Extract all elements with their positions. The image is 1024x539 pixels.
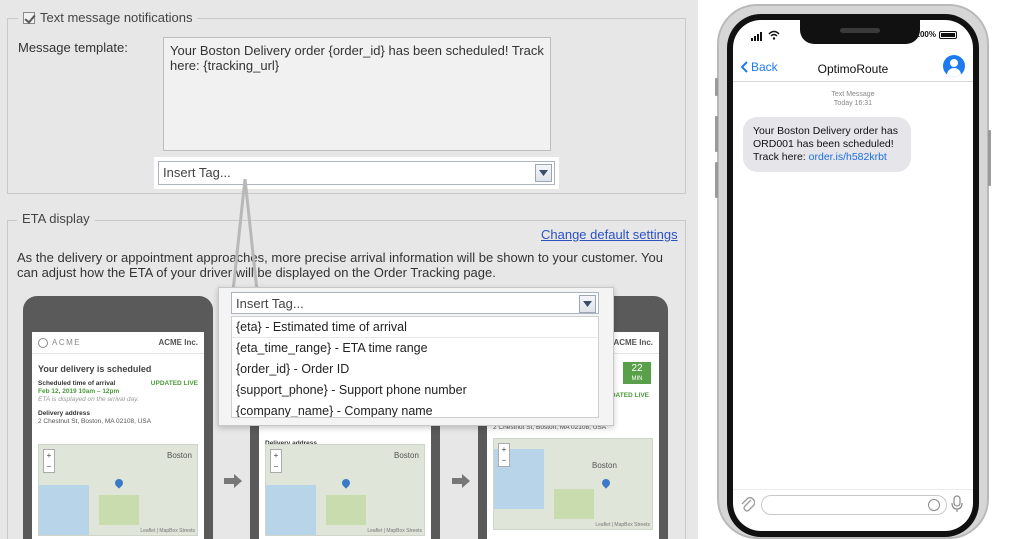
address-value: 2 Chestnut St, Boston, MA 02108, USA bbox=[38, 418, 152, 425]
message-time: Today 16:31 bbox=[833, 100, 873, 107]
eta-minutes-value: 22 bbox=[631, 363, 643, 374]
change-default-settings-link[interactable]: Change default settings bbox=[541, 227, 678, 242]
map-pin-icon bbox=[600, 477, 612, 489]
tag-option-support-phone[interactable]: {support_phone} - Support phone number bbox=[232, 380, 598, 401]
tag-option-order-id[interactable]: {order_id} - Order ID bbox=[232, 359, 598, 380]
delivery-map[interactable]: + − Boston Leaflet | MapBox Streets bbox=[38, 444, 198, 536]
preview-phone-scheduled: ACME ACME Inc. Your delivery is schedule… bbox=[23, 296, 213, 539]
sms-enabled-checkbox[interactable] bbox=[23, 11, 35, 24]
sms-message-bubble: Your Boston Delivery order has ORD001 ha… bbox=[743, 117, 911, 172]
sticker-icon[interactable] bbox=[928, 499, 940, 511]
delivery-map[interactable]: + − Boston Leaflet | MapBox Streets bbox=[265, 444, 425, 536]
map-zoom-control[interactable]: + − bbox=[498, 443, 510, 467]
map-zoom-control[interactable]: + − bbox=[43, 449, 55, 473]
message-type: Text Message bbox=[831, 91, 875, 98]
acme-logo: ACME bbox=[38, 337, 82, 348]
brand-text: ACME bbox=[52, 338, 82, 347]
insert-tag-placeholder: Insert Tag... bbox=[236, 296, 304, 311]
address-label: Delivery address bbox=[38, 410, 91, 417]
map-zoom-control[interactable]: + − bbox=[270, 449, 282, 473]
power-button bbox=[988, 130, 991, 186]
map-park bbox=[99, 495, 139, 525]
map-attribution: Leaflet | MapBox Streets bbox=[140, 528, 195, 534]
message-template-label: Message template: bbox=[18, 40, 128, 55]
eta-note: ETA is displayed on the arrival day. bbox=[38, 396, 139, 403]
battery-icon bbox=[939, 30, 957, 39]
insert-tag-options: {eta} - Estimated time of arrival {eta_t… bbox=[231, 316, 599, 418]
map-city-label: Boston bbox=[592, 461, 617, 470]
map-park bbox=[554, 489, 594, 519]
tracking-link[interactable]: order.is/h582krbt bbox=[809, 151, 887, 163]
chevron-down-icon[interactable] bbox=[579, 295, 596, 313]
back-button[interactable]: Back bbox=[741, 60, 778, 74]
globe-icon bbox=[38, 337, 48, 348]
arrow-right-icon bbox=[452, 474, 470, 488]
address-block: Delivery address 2 Chestnut St, Boston, … bbox=[32, 410, 204, 426]
wifi-icon bbox=[768, 30, 780, 40]
volume-down-button bbox=[715, 162, 718, 198]
eta-minutes-badge: 22 MIN bbox=[623, 362, 651, 384]
arrow-right-icon bbox=[224, 474, 242, 488]
insert-tag-wrapper: Insert Tag... bbox=[154, 157, 559, 189]
phone-screen: ∗ 100% OptimoRoute Back Text Message Tod… bbox=[733, 20, 973, 531]
paperclip-icon[interactable] bbox=[741, 496, 755, 512]
preview-header: ACME ACME Inc. bbox=[32, 332, 204, 354]
insert-tag-select-open[interactable]: Insert Tag... bbox=[231, 292, 599, 314]
tag-option-eta-time-range[interactable]: {eta_time_range} - ETA time range bbox=[232, 338, 598, 359]
insert-tag-placeholder: Insert Tag... bbox=[163, 165, 231, 180]
chevron-down-icon[interactable] bbox=[535, 164, 552, 182]
back-label: Back bbox=[751, 60, 778, 74]
scheduled-block: Scheduled time of arrival UPDATED LIVE F… bbox=[32, 380, 204, 404]
mute-switch bbox=[715, 78, 718, 96]
volume-up-button bbox=[715, 116, 718, 152]
eta-minutes-unit: MIN bbox=[631, 376, 643, 382]
tag-option-company-name[interactable]: {company_name} - Company name bbox=[232, 401, 598, 417]
contact-avatar-icon[interactable] bbox=[943, 55, 965, 77]
map-city-label: Boston bbox=[394, 451, 419, 460]
map-pin-icon bbox=[340, 477, 352, 489]
preview-heading: Your delivery is scheduled bbox=[38, 364, 152, 374]
map-pin-icon bbox=[113, 477, 125, 489]
message-template-textarea[interactable]: Your Boston Delivery order {order_id} ha… bbox=[163, 37, 551, 151]
eta-description: As the delivery or appointment approache… bbox=[17, 250, 663, 280]
chevron-left-icon bbox=[741, 61, 748, 73]
phone-notch bbox=[800, 20, 920, 44]
delivery-map[interactable]: + − Boston Leaflet | MapBox Streets bbox=[493, 438, 653, 530]
map-water bbox=[266, 485, 316, 535]
message-input-bar bbox=[733, 489, 973, 517]
insert-tag-dropdown-zoom: Insert Tag... {eta} - Estimated time of … bbox=[218, 287, 614, 426]
message-text-input[interactable] bbox=[761, 495, 947, 515]
phone-bezel: ∗ 100% OptimoRoute Back Text Message Tod… bbox=[727, 14, 979, 537]
sms-legend-label: Text message notifications bbox=[40, 10, 193, 25]
microphone-icon[interactable] bbox=[951, 495, 963, 513]
callout-pointer bbox=[231, 179, 259, 291]
sms-legend: Text message notifications bbox=[18, 10, 198, 25]
map-city-label: Boston bbox=[167, 451, 192, 460]
map-attribution: Leaflet | MapBox Streets bbox=[595, 522, 650, 528]
phone-mockup: ∗ 100% OptimoRoute Back Text Message Tod… bbox=[715, 4, 991, 539]
map-water bbox=[39, 485, 89, 535]
signal-icon bbox=[751, 32, 762, 41]
eta-legend: ETA display bbox=[17, 211, 95, 226]
scheduled-label: Scheduled time of arrival bbox=[38, 380, 116, 387]
map-attribution: Leaflet | MapBox Streets bbox=[367, 528, 422, 534]
company-name: ACME Inc. bbox=[613, 338, 653, 347]
preview-screen: ACME ACME Inc. Your delivery is schedule… bbox=[32, 332, 204, 539]
company-name: ACME Inc. bbox=[158, 338, 198, 347]
settings-panel: Text message notifications Message templ… bbox=[0, 0, 698, 539]
updated-live-badge: UPDATED LIVE bbox=[150, 380, 198, 387]
messages-nav-bar: OptimoRoute Back bbox=[733, 52, 973, 82]
scheduled-value: Feb 12, 2019 10am – 12pm bbox=[38, 388, 120, 395]
map-park bbox=[326, 495, 366, 525]
message-meta: Text Message Today 16:31 bbox=[733, 90, 973, 108]
tag-option-eta[interactable]: {eta} - Estimated time of arrival bbox=[232, 317, 598, 338]
insert-tag-select[interactable]: Insert Tag... bbox=[158, 161, 555, 185]
